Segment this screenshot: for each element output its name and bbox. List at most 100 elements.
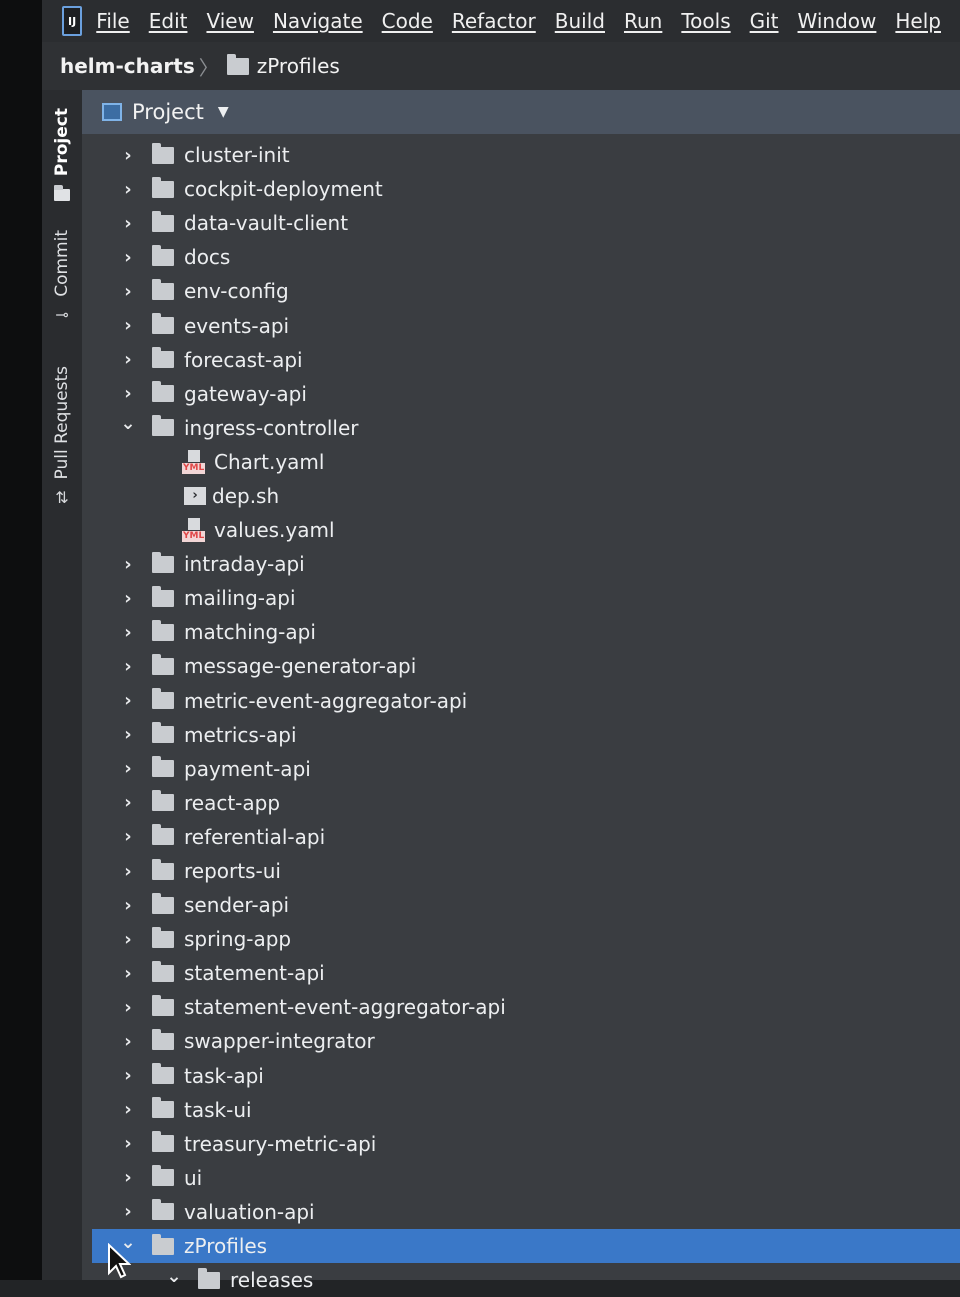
chevron-right-icon[interactable]: › [118, 247, 138, 268]
chevron-right-icon[interactable]: › [118, 349, 138, 370]
folder-icon [152, 244, 174, 266]
tree-folder-row[interactable]: › referential-api [82, 820, 960, 854]
chevron-right-icon[interactable]: › [118, 1167, 138, 1188]
chevron-right-icon[interactable]: › [118, 213, 138, 234]
tree-folder-row[interactable]: › statement-api [82, 956, 960, 990]
chevron-right-icon[interactable]: › [118, 1031, 138, 1052]
tree-folder-row[interactable]: › treasury-metric-api [82, 1127, 960, 1161]
tree-folder-row[interactable]: › payment-api [82, 752, 960, 786]
tree-folder-row[interactable]: › statement-event-aggregator-api [82, 990, 960, 1024]
tab-pull-requests-label: Pull Requests [52, 366, 72, 480]
menu-file[interactable]: File [96, 9, 129, 33]
tab-project[interactable]: Project [42, 108, 82, 203]
chevron-right-icon[interactable]: › [118, 1133, 138, 1154]
tree-folder-row[interactable]: › docs [82, 240, 960, 274]
tree-folder-row[interactable]: › task-api [82, 1059, 960, 1093]
tree-item-label: payment-api [184, 756, 311, 781]
tree-folder-row[interactable]: › cluster-init [82, 138, 960, 172]
menu-edit[interactable]: Edit [149, 9, 188, 33]
menu-window[interactable]: Window [798, 9, 877, 33]
chevron-right-icon[interactable]: › [118, 656, 138, 677]
menu-view[interactable]: View [206, 9, 253, 33]
chevron-down-icon[interactable]: ⌄ [164, 1266, 184, 1287]
tree-folder-row[interactable]: › task-ui [82, 1093, 960, 1127]
tree-folder-row[interactable]: › env-config [82, 274, 960, 308]
tree-folder-row[interactable]: › spring-app [82, 922, 960, 956]
chevron-right-icon[interactable]: › [118, 1099, 138, 1120]
chevron-right-icon[interactable]: › [118, 179, 138, 200]
tree-item-label: gateway-api [184, 381, 307, 406]
tree-file-row[interactable]: YML Chart.yaml [82, 445, 960, 479]
tree-file-row[interactable]: › dep.sh [82, 479, 960, 513]
chevron-right-icon[interactable]: › [118, 826, 138, 847]
tree-folder-row[interactable]: › forecast-api [82, 343, 960, 377]
tree-folder-row[interactable]: ⌄ ingress-controller [82, 411, 960, 445]
tree-folder-row[interactable]: › swapper-integrator [82, 1024, 960, 1058]
tree-folder-row[interactable]: › metric-event-aggregator-api [82, 684, 960, 718]
chevron-right-icon[interactable]: › [118, 861, 138, 882]
tree-folder-row[interactable]: › matching-api [82, 615, 960, 649]
project-panel: Project ▼ › cluster-init › cockpit-deployme… [82, 90, 960, 1292]
tree-item-label: dep.sh [212, 483, 280, 508]
chevron-right-icon[interactable]: › [118, 281, 138, 302]
chevron-right-icon[interactable]: › [118, 895, 138, 916]
chevron-right-icon[interactable]: › [118, 929, 138, 950]
tree-item-label: forecast-api [184, 347, 303, 372]
tree-folder-row[interactable]: › mailing-api [82, 581, 960, 615]
menu-run[interactable]: Run [624, 9, 662, 33]
chevron-right-icon[interactable]: › [118, 383, 138, 404]
tree-folder-row[interactable]: › message-generator-api [82, 649, 960, 683]
folder-icon [152, 551, 174, 573]
tree-folder-row[interactable]: › cockpit-deployment [82, 172, 960, 206]
intellij-logo-icon[interactable]: IJ [62, 6, 83, 36]
menu-build[interactable]: Build [555, 9, 605, 33]
tree-item-label: intraday-api [184, 552, 305, 577]
tree-folder-row[interactable]: › valuation-api [82, 1195, 960, 1229]
menu-git[interactable]: Git [750, 9, 779, 33]
menu-help[interactable]: Help [895, 9, 941, 33]
chevron-right-icon[interactable]: › [118, 997, 138, 1018]
tree-file-row[interactable]: YML values.yaml [82, 513, 960, 547]
chevron-right-icon[interactable]: › [118, 690, 138, 711]
folder-icon [152, 1199, 174, 1221]
chevron-right-icon[interactable]: › [118, 1201, 138, 1222]
chevron-right-icon[interactable]: › [118, 145, 138, 166]
tree-folder-row[interactable]: › gateway-api [82, 377, 960, 411]
tab-pull-requests[interactable]: Pull Requests ⇅ [42, 366, 82, 507]
tree-folder-row[interactable]: › react-app [82, 786, 960, 820]
tree-folder-row[interactable]: › sender-api [82, 888, 960, 922]
chevron-right-icon[interactable]: › [118, 792, 138, 813]
tree-folder-row[interactable]: ⌄ releases [82, 1263, 960, 1297]
chevron-right-icon[interactable]: › [118, 554, 138, 575]
chevron-right-icon[interactable]: › [118, 758, 138, 779]
tree-folder-row[interactable]: › intraday-api [82, 547, 960, 581]
chevron-right-icon[interactable]: › [118, 724, 138, 745]
project-panel-header[interactable]: Project ▼ [82, 90, 960, 134]
chevron-right-icon[interactable]: › [118, 1065, 138, 1086]
chevron-right-icon[interactable]: › [118, 315, 138, 336]
breadcrumb-current[interactable]: zProfiles [257, 54, 340, 78]
tree-folder-row[interactable]: ⌄ zProfiles [92, 1229, 960, 1264]
tree-folder-row[interactable]: › metrics-api [82, 718, 960, 752]
chevron-right-icon[interactable]: › [118, 963, 138, 984]
tree-folder-row[interactable]: › data-vault-client [82, 206, 960, 240]
menu-refactor[interactable]: Refactor [452, 9, 536, 33]
menu-tools[interactable]: Tools [681, 9, 730, 33]
tab-commit[interactable]: Commit ⊸ [42, 230, 82, 324]
breadcrumb-root[interactable]: helm-charts [60, 54, 195, 78]
tree-folder-row[interactable]: › reports-ui [82, 854, 960, 888]
folder-icon [152, 1233, 174, 1255]
folder-icon [152, 278, 174, 300]
tree-folder-row[interactable]: › events-api [82, 308, 960, 342]
tree-folder-row[interactable]: › ui [82, 1161, 960, 1195]
tree-item-label: mailing-api [184, 586, 296, 611]
chevron-down-icon[interactable]: ⌄ [118, 413, 138, 434]
menu-code[interactable]: Code [382, 9, 433, 33]
folder-icon [152, 926, 174, 948]
tree-item-label: ingress-controller [184, 415, 359, 440]
chevron-right-icon[interactable]: › [118, 622, 138, 643]
menu-navigate[interactable]: Navigate [273, 9, 363, 33]
folder-icon [152, 1097, 174, 1119]
chevron-down-icon[interactable]: ▼ [218, 104, 229, 120]
chevron-right-icon[interactable]: › [118, 588, 138, 609]
